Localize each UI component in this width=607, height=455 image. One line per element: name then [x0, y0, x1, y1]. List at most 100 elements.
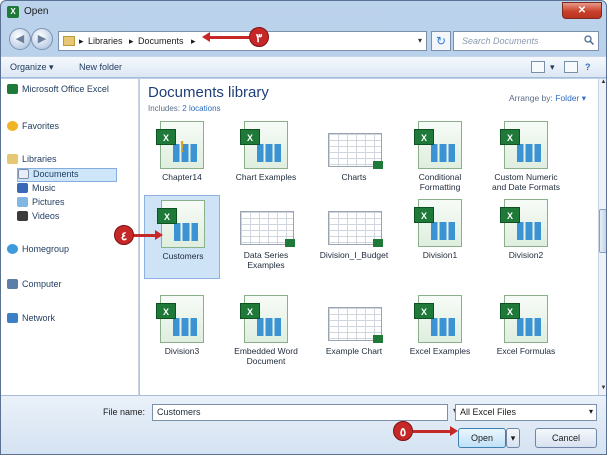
scroll-thumb[interactable] [599, 209, 606, 253]
excel-file-icon: X [240, 121, 288, 169]
close-button[interactable]: ✕ [562, 2, 602, 19]
search-icon [584, 35, 594, 45]
open-dialog: X Open ✕ ◀ ▶ ▸ Libraries ▸ Documents ▸ ▾… [0, 0, 607, 455]
file-name: Conditional Formatting [418, 172, 462, 192]
network-icon [7, 313, 18, 323]
vertical-scrollbar[interactable]: ▲ ▼ [598, 79, 606, 395]
library-icon [7, 154, 18, 164]
nav-item-computer[interactable]: Computer [7, 279, 62, 293]
forward-button[interactable]: ▶ [31, 28, 53, 50]
file-name: Customers [162, 251, 204, 261]
step-3-callout: ٣ [249, 27, 269, 47]
file-name: Charts [341, 172, 367, 182]
file-item[interactable]: X Excel Examples [402, 291, 478, 375]
file-name: Excel Formulas [496, 346, 556, 356]
file-name-field[interactable]: Customers [152, 404, 448, 421]
address-row: ◀ ▶ ▸ Libraries ▸ Documents ▸ ▾ ↻ Search… [1, 25, 606, 55]
file-name-label: File name: [103, 407, 146, 417]
cancel-button[interactable]: Cancel [535, 428, 597, 448]
excel-file-icon: X [500, 295, 548, 343]
step-3-arrow [202, 32, 249, 42]
file-item[interactable]: X Chart Examples [228, 117, 304, 201]
nav-item-favorites[interactable]: Favorites [7, 121, 59, 135]
file-item[interactable]: X Division2 [488, 195, 564, 279]
excel-file-icon: X [500, 121, 548, 169]
excel-file-icon: X [414, 199, 462, 247]
address-bar[interactable]: ▸ Libraries ▸ Documents ▸ ▾ [58, 31, 427, 51]
step-4-callout: ٤ [114, 225, 134, 245]
command-bar: Organize ▾ New folder ▾ ? [1, 56, 606, 78]
library-locations-link[interactable]: 2 locations [182, 104, 220, 113]
chevron-down-icon: ▾ [588, 407, 593, 416]
nav-item-pictures[interactable]: Pictures [17, 197, 65, 211]
excel-file-icon: X [414, 121, 462, 169]
star-icon [7, 121, 18, 131]
scroll-down-icon[interactable]: ▼ [599, 385, 606, 395]
refresh-button[interactable]: ↻ [431, 31, 451, 51]
file-list-pane: Documents library Includes: 2 locations … [140, 79, 598, 395]
excel-file-icon: X! [156, 121, 204, 169]
breadcrumb-arrow-icon: ▸ [191, 36, 196, 46]
file-name: Division3 [164, 346, 200, 356]
file-item[interactable]: X Conditional Formatting [402, 117, 478, 201]
file-item[interactable]: Charts [316, 117, 392, 201]
excel-app-icon: X [7, 6, 19, 18]
file-item[interactable]: Data Series Examples [228, 195, 304, 279]
nav-item-network[interactable]: Network [7, 313, 55, 327]
excel-file-icon: X [157, 200, 205, 248]
nav-item-videos[interactable]: Videos [17, 211, 59, 225]
address-dropdown-icon[interactable]: ▾ [418, 36, 422, 45]
breadcrumb-arrow-icon: ▸ [79, 36, 84, 46]
step-5-callout: ٥ [393, 421, 413, 441]
step-5-arrow [413, 426, 458, 436]
folder-icon [63, 36, 75, 46]
breadcrumb-libraries[interactable]: Libraries [88, 36, 123, 46]
title-bar: X Open ✕ [1, 1, 606, 23]
nav-item-libraries[interactable]: Libraries [7, 154, 57, 168]
file-item[interactable]: X Embedded Word Document [228, 291, 304, 375]
back-button[interactable]: ◀ [9, 28, 31, 50]
spreadsheet-thumbnail-icon [328, 121, 383, 169]
file-item[interactable]: X Division1 [402, 195, 478, 279]
nav-item-homegroup[interactable]: Homegroup [7, 244, 69, 258]
step-4-arrow [134, 230, 163, 240]
file-type-select[interactable]: All Excel Files ▾ [455, 404, 597, 421]
organize-button[interactable]: Organize ▾ [10, 62, 54, 73]
file-item[interactable]: X Division3 [144, 291, 220, 375]
file-name: Division_I_Budget [319, 250, 389, 260]
file-name: Division2 [508, 250, 544, 260]
library-title: Documents library [148, 84, 269, 101]
help-icon[interactable]: ? [585, 62, 591, 72]
library-includes: Includes: 2 locations [148, 104, 221, 113]
open-button[interactable]: Open [458, 428, 506, 448]
file-item[interactable]: X Custom Numeric and Date Formats [488, 117, 564, 201]
view-dropdown-icon[interactable]: ▾ [550, 62, 555, 73]
search-input[interactable]: Search Documents [453, 31, 599, 51]
warning-icon: ! [179, 139, 185, 156]
spreadsheet-thumbnail-icon [240, 199, 295, 247]
view-options-icon[interactable] [531, 61, 545, 73]
nav-item-music[interactable]: Music [17, 183, 56, 197]
music-icon [17, 183, 28, 193]
file-item[interactable]: X Excel Formulas [488, 291, 564, 375]
documents-icon [18, 169, 29, 179]
file-item[interactable]: Example Chart [316, 291, 392, 375]
window-title: Open [24, 6, 49, 17]
file-item[interactable]: X! Chapter14 [144, 117, 220, 201]
scroll-up-icon[interactable]: ▲ [599, 79, 606, 89]
file-item[interactable]: Division_I_Budget [316, 195, 392, 279]
open-options-button[interactable]: ▾ [506, 428, 520, 448]
excel-file-icon: X [240, 295, 288, 343]
arrange-by-dropdown[interactable]: Folder ▾ [555, 93, 586, 103]
breadcrumb-documents[interactable]: Documents [138, 36, 184, 46]
refresh-icon: ↻ [435, 34, 447, 48]
nav-item-documents[interactable]: Documents [17, 168, 117, 182]
nav-item-excel[interactable]: Microsoft Office Excel [7, 84, 109, 98]
file-name: Excel Examples [409, 346, 471, 356]
search-placeholder: Search Documents [462, 36, 539, 46]
preview-pane-icon[interactable] [564, 61, 578, 73]
new-folder-button[interactable]: New folder [79, 62, 122, 72]
pictures-icon [17, 197, 28, 207]
videos-icon [17, 211, 28, 221]
breadcrumb-arrow-icon: ▸ [129, 36, 134, 46]
